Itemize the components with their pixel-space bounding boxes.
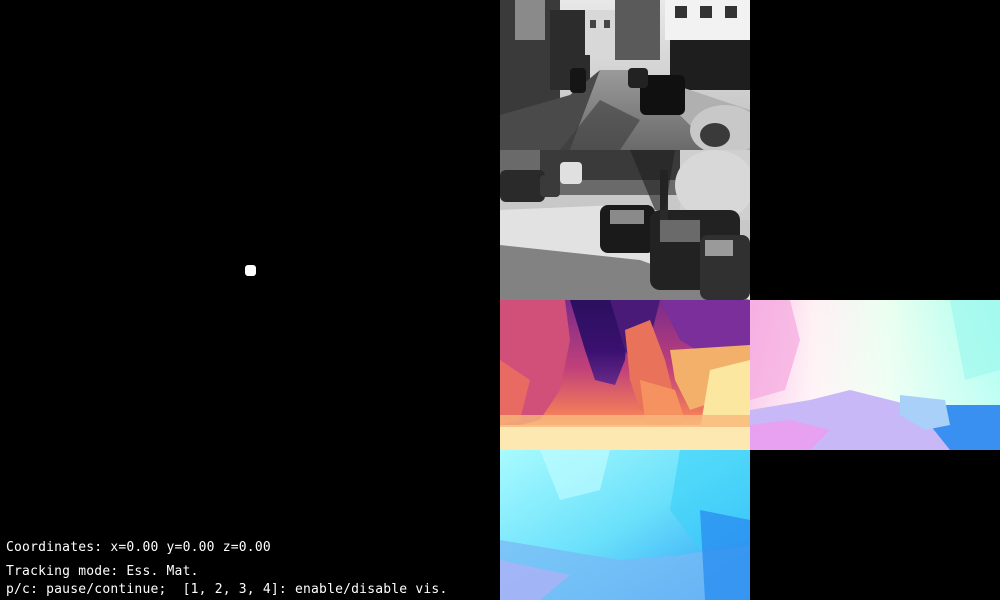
coordinates-readout: Coordinates: x=0.00 y=0.00 z=0.00 — [6, 540, 271, 555]
grayscale-street-image — [500, 0, 750, 150]
optical-flow-2 — [500, 450, 750, 600]
grayscale-zoom-image — [500, 150, 750, 300]
tracking-mode-label: Tracking mode: Ess. Mat. — [6, 564, 199, 579]
empty-view-slot — [750, 450, 1000, 600]
depth-map-image — [500, 300, 750, 450]
trajectory-view: Coordinates: x=0.00 y=0.00 z=0.00 Tracki… — [0, 0, 500, 600]
camera-position-marker — [245, 265, 256, 276]
depth-map — [500, 300, 750, 450]
vo-visualizer-window: Coordinates: x=0.00 y=0.00 z=0.00 Tracki… — [0, 0, 1000, 600]
grayscale-frame-zoom — [500, 150, 750, 300]
empty-view-slot — [750, 0, 1000, 150]
keyboard-help-text: p/c: pause/continue; [1, 2, 3, 4]: enabl… — [6, 582, 448, 597]
optical-flow-1 — [750, 300, 1000, 450]
empty-view-slot — [750, 150, 1000, 300]
grayscale-frame-current — [500, 0, 750, 150]
optical-flow-image-1 — [750, 300, 1000, 450]
optical-flow-image-2 — [500, 450, 750, 600]
